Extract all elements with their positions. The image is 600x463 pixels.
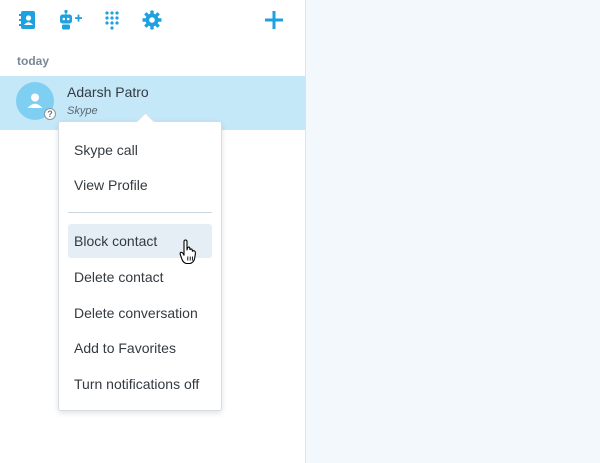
dialpad-icon xyxy=(105,11,119,30)
contact-name: Adarsh Patro xyxy=(67,84,149,100)
menu-item-turn-notifications-off[interactable]: Turn notifications off xyxy=(68,367,212,401)
sidebar-toolbar xyxy=(0,0,305,40)
contacts-book-icon xyxy=(19,11,35,29)
sidebar: today ? Adarsh Patro Skype Skype call Vi… xyxy=(0,0,306,463)
contact-subtitle: Skype xyxy=(67,105,98,117)
settings-button[interactable] xyxy=(138,6,166,34)
context-menu: Skype call View Profile Block contact De… xyxy=(58,112,222,411)
gear-icon xyxy=(142,10,162,30)
menu-divider xyxy=(68,212,212,213)
person-icon xyxy=(27,93,43,108)
add-bot-button[interactable] xyxy=(56,6,84,34)
hand-cursor-icon xyxy=(179,239,197,265)
menu-item-delete-conversation[interactable]: Delete conversation xyxy=(68,296,212,330)
menu-item-skype-call[interactable]: Skype call xyxy=(68,133,212,167)
menu-item-add-to-favorites[interactable]: Add to Favorites xyxy=(68,331,212,365)
plus-icon xyxy=(265,11,283,29)
section-label-today: today xyxy=(17,54,50,68)
main-panel xyxy=(306,0,600,463)
contacts-button[interactable] xyxy=(14,6,42,34)
add-bot-icon xyxy=(60,9,82,30)
menu-item-view-profile[interactable]: View Profile xyxy=(68,168,212,202)
new-conversation-button[interactable] xyxy=(260,6,288,34)
skype-window: today ? Adarsh Patro Skype Skype call Vi… xyxy=(0,0,600,463)
presence-unknown-icon: ? xyxy=(44,108,56,120)
dialpad-button[interactable] xyxy=(98,6,126,34)
menu-item-delete-contact[interactable]: Delete contact xyxy=(68,260,212,294)
